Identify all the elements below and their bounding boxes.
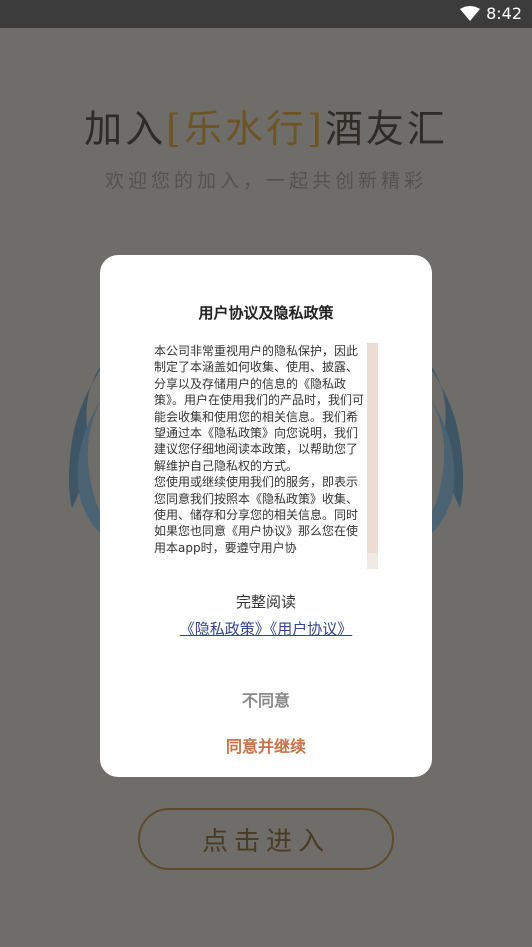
privacy-dialog: 用户协议及隐私政策 本公司非常重视用户的隐私保护，因此制定了本涵盖如何收集、使用… xyxy=(100,255,432,777)
policy-paragraph: 您使用或继续使用我们的服务，即表示您同意我们按照本《隐私政策》收集、使用、储存和… xyxy=(154,475,359,555)
read-full-label: 完整阅读 xyxy=(235,593,296,611)
welcome-title: 加入[乐水行]酒友汇 xyxy=(0,98,532,153)
policy-links: 《隐私政策》《用户协议》 xyxy=(100,618,432,639)
scrollbar-track[interactable] xyxy=(367,343,378,569)
privacy-policy-link[interactable]: 《隐私政策》 xyxy=(180,620,270,638)
brand-name: 乐水行 xyxy=(183,107,307,151)
title-prefix: 加入 xyxy=(84,107,167,151)
enter-button[interactable]: 点击进入 xyxy=(138,808,394,870)
policy-scroll-area[interactable]: 本公司非常重视用户的隐私保护，因此制定了本涵盖如何收集、使用、披露、分享以及存储… xyxy=(154,343,378,569)
disagree-button[interactable]: 不同意 xyxy=(100,687,432,711)
status-bar: 8:42 xyxy=(0,0,532,28)
status-time: 8:42 xyxy=(486,4,522,23)
policy-paragraph: 本公司非常重视用户的隐私保护，因此制定了本涵盖如何收集、使用、披露、分享以及存储… xyxy=(154,344,365,473)
policy-text: 本公司非常重视用户的隐私保护，因此制定了本涵盖如何收集、使用、披露、分享以及存储… xyxy=(154,343,378,556)
title-suffix: 酒友汇 xyxy=(324,107,448,151)
dialog-title: 用户协议及隐私政策 xyxy=(198,304,334,322)
welcome-subtitle: 欢迎您的加入，一起共创新精彩 xyxy=(104,170,427,192)
agree-continue-button[interactable]: 同意并继续 xyxy=(100,733,432,757)
wifi-icon xyxy=(460,6,480,21)
scrollbar-thumb[interactable] xyxy=(367,343,378,553)
title-bracket-close: ] xyxy=(307,107,325,151)
user-agreement-link[interactable]: 《用户协议》 xyxy=(270,620,353,638)
title-bracket-open: [ xyxy=(166,107,184,151)
